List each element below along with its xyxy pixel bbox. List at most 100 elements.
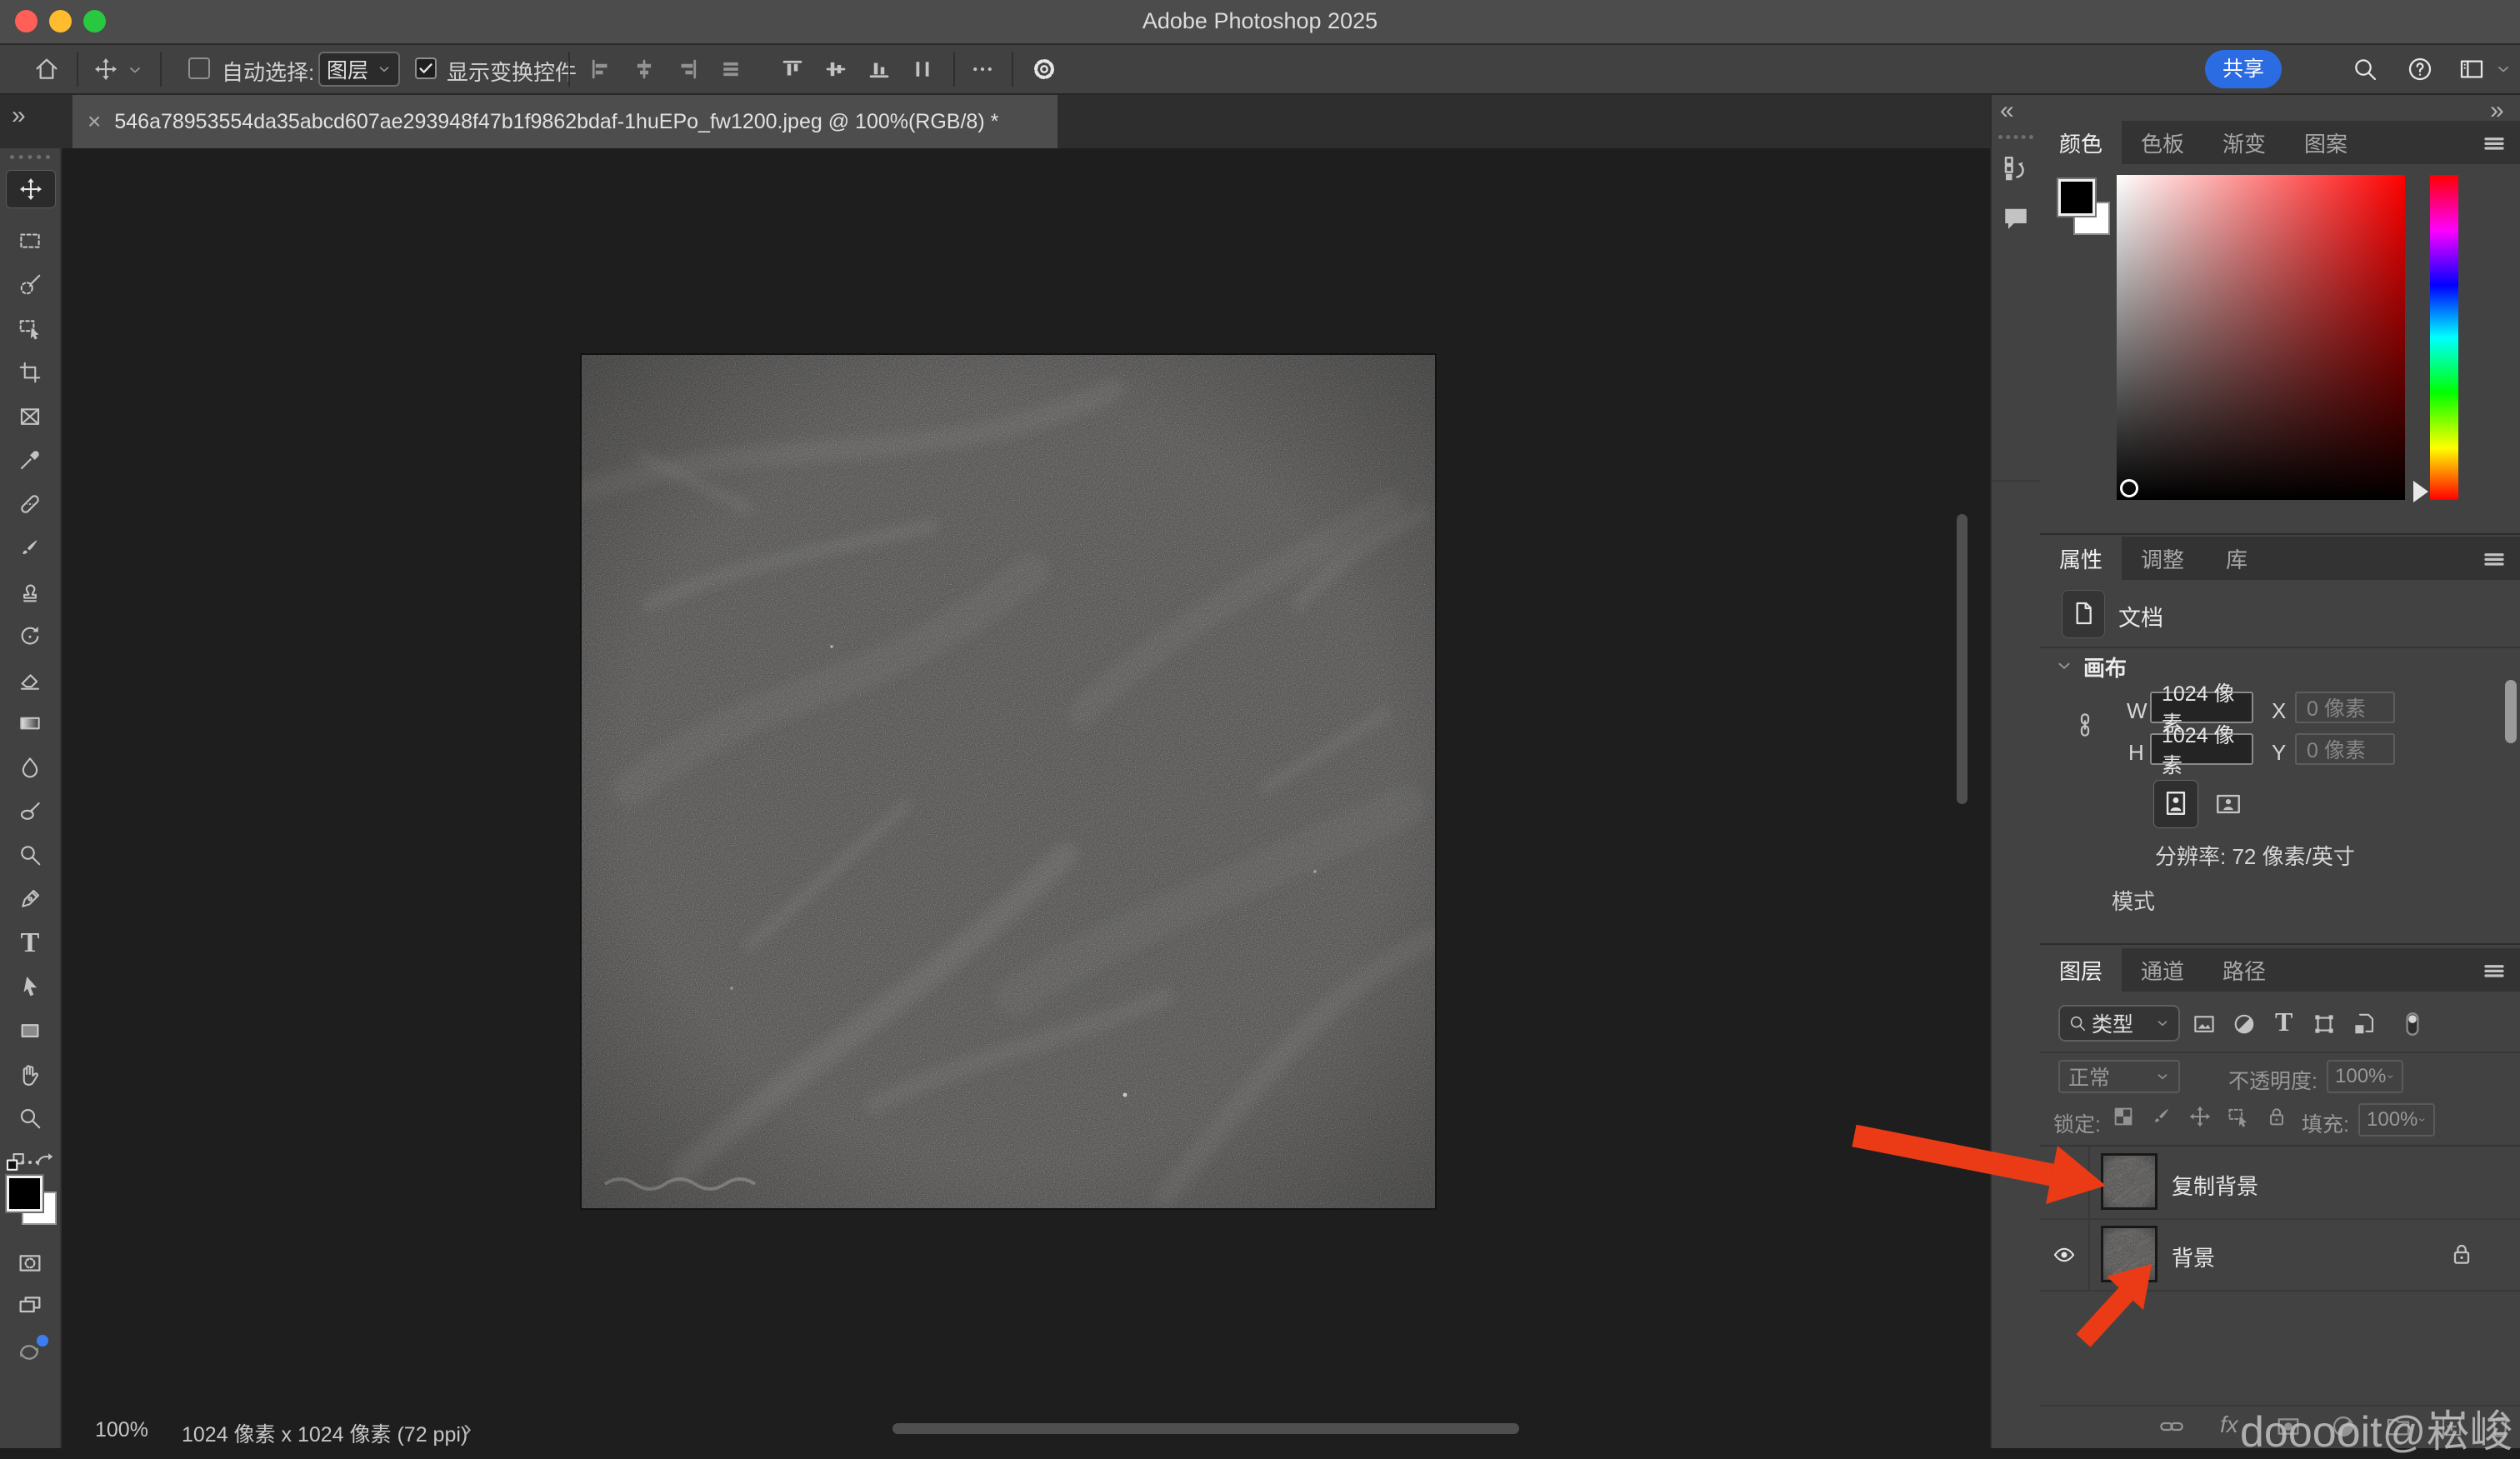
- lock-transparent-icon[interactable]: [2112, 1105, 2135, 1128]
- layer-name[interactable]: 复制背景: [2172, 1170, 2258, 1201]
- history-panel-icon[interactable]: [2001, 153, 2031, 183]
- show-transform-checkbox[interactable]: [415, 57, 437, 79]
- statusbar-zoom[interactable]: 100%: [95, 1418, 148, 1442]
- color-field[interactable]: [2117, 175, 2405, 500]
- orientation-landscape-button[interactable]: [2208, 787, 2248, 822]
- workspace-icon[interactable]: [2458, 56, 2485, 82]
- distribute-horizontal-icon[interactable]: [718, 57, 743, 82]
- layer-thumbnail[interactable]: [2103, 1228, 2155, 1280]
- tab-color[interactable]: 颜色: [2040, 121, 2122, 164]
- help-icon[interactable]: [2407, 56, 2433, 82]
- filter-smart-object-icon[interactable]: [2352, 1012, 2377, 1037]
- shape-tool[interactable]: [5, 1012, 55, 1050]
- color-field-selector[interactable]: [2120, 479, 2138, 497]
- foreground-color-swatch[interactable]: [7, 1176, 42, 1212]
- tab-gradients[interactable]: 渐变: [2203, 121, 2285, 164]
- tab-properties[interactable]: 属性: [2040, 537, 2122, 580]
- default-colors-icon[interactable]: [3, 1150, 28, 1175]
- lasso-tool[interactable]: [5, 266, 55, 304]
- properties-panel-menu-icon[interactable]: [2482, 547, 2507, 572]
- search-icon[interactable]: [2352, 56, 2378, 82]
- clone-stamp-tool[interactable]: [5, 572, 55, 611]
- crop-tool[interactable]: [5, 353, 55, 392]
- hue-slider[interactable]: [2430, 175, 2458, 500]
- path-selection-tool[interactable]: [5, 967, 55, 1006]
- align-left-icon[interactable]: [588, 57, 613, 82]
- filter-toggle-icon[interactable]: [2398, 1008, 2427, 1040]
- fx-icon[interactable]: fx: [2220, 1412, 2238, 1438]
- document-type-button[interactable]: [2062, 590, 2105, 638]
- brush-tool[interactable]: [5, 529, 55, 567]
- share-button[interactable]: 共享: [2205, 50, 2282, 88]
- hand-tool[interactable]: [5, 1056, 55, 1094]
- frame-tool[interactable]: [5, 397, 55, 436]
- vertical-scrollbar[interactable]: [1957, 514, 1968, 804]
- document-canvas-image[interactable]: [582, 355, 1435, 1208]
- filter-type-icon[interactable]: T: [2275, 1007, 2292, 1037]
- healing-brush-tool[interactable]: [5, 485, 55, 523]
- auto-select-dropdown[interactable]: 图层: [318, 52, 400, 87]
- eye-icon[interactable]: [2051, 1243, 2078, 1267]
- tab-adjustments[interactable]: 调整: [2122, 537, 2203, 580]
- tab-close-icon[interactable]: ×: [88, 108, 101, 135]
- layer-thumbnail[interactable]: [2103, 1156, 2155, 1207]
- more-options-icon[interactable]: [970, 57, 995, 82]
- lock-all-icon[interactable]: [2265, 1105, 2288, 1128]
- align-middle-vertical-icon[interactable]: [823, 57, 848, 82]
- chevron-down-icon[interactable]: [2495, 61, 2512, 77]
- eyedropper-tool[interactable]: [5, 441, 55, 479]
- hue-slider-pointer[interactable]: [2413, 481, 2428, 502]
- lock-pixels-icon[interactable]: [2150, 1105, 2173, 1128]
- pen-tool[interactable]: [5, 880, 55, 918]
- visibility-cell[interactable]: [2040, 1147, 2090, 1218]
- layer-row[interactable]: 复制背景: [2040, 1147, 2520, 1220]
- tab-libraries[interactable]: 库: [2203, 537, 2270, 580]
- tab-paths[interactable]: 路径: [2203, 948, 2285, 992]
- move-tool-option-icon[interactable]: [93, 57, 118, 82]
- link-layers-icon[interactable]: [2158, 1413, 2185, 1440]
- layer-filter-dropdown[interactable]: 类型: [2058, 1005, 2180, 1042]
- marquee-tool[interactable]: [5, 222, 55, 260]
- lock-position-icon[interactable]: [2188, 1105, 2212, 1128]
- object-selection-tool[interactable]: [5, 309, 55, 347]
- layers-panel-menu-icon[interactable]: [2482, 959, 2507, 984]
- gradient-tool[interactable]: [5, 704, 55, 742]
- document-tab[interactable]: × 546a78953554da35abcd607ae293948f47b1f9…: [72, 95, 1058, 148]
- auto-select-checkbox[interactable]: [188, 57, 210, 79]
- screen-mode-icon[interactable]: [17, 1292, 43, 1318]
- eraser-tool[interactable]: [5, 661, 55, 699]
- tab-layers[interactable]: 图层: [2040, 948, 2122, 992]
- type-tool[interactable]: T: [5, 924, 55, 962]
- tab-patterns[interactable]: 图案: [2285, 121, 2367, 164]
- history-brush-tool[interactable]: [5, 617, 55, 655]
- filter-shape-icon[interactable]: [2312, 1012, 2337, 1037]
- orientation-portrait-button[interactable]: [2153, 780, 2198, 828]
- chevron-down-icon[interactable]: [127, 62, 143, 78]
- move-tool[interactable]: [6, 170, 56, 208]
- home-icon[interactable]: [33, 56, 60, 82]
- filter-image-icon[interactable]: [2192, 1012, 2217, 1037]
- foreground-color-swatch[interactable]: [2058, 179, 2095, 216]
- quick-mask-icon[interactable]: [17, 1250, 43, 1277]
- zoom-tool[interactable]: [5, 1099, 55, 1137]
- dodge-tool[interactable]: [5, 836, 55, 874]
- canvas-area[interactable]: 100% 1024 像素 x 1024 像素 (72 ppi) ›: [62, 148, 1990, 1448]
- dock-grip[interactable]: [1998, 135, 2033, 139]
- properties-scrollbar[interactable]: [2505, 680, 2517, 743]
- color-panel-menu-icon[interactable]: [2482, 132, 2507, 157]
- collapse-chevron-icon[interactable]: [2055, 657, 2073, 675]
- lock-artboard-icon[interactable]: [2227, 1105, 2250, 1128]
- horizontal-scrollbar[interactable]: [892, 1423, 1519, 1434]
- mixer-brush-tool[interactable]: [5, 792, 55, 831]
- link-dimensions-icon[interactable]: [2072, 705, 2098, 745]
- filter-adjustment-icon[interactable]: [2232, 1012, 2257, 1037]
- align-bottom-icon[interactable]: [867, 57, 892, 82]
- comment-icon[interactable]: [2001, 203, 2031, 233]
- h-input[interactable]: 1024 像素: [2150, 733, 2253, 765]
- tab-swatches[interactable]: 色板: [2122, 121, 2203, 164]
- visibility-cell[interactable]: [2040, 1220, 2090, 1290]
- tab-overflow-chevrons[interactable]: »: [12, 102, 21, 130]
- align-top-icon[interactable]: [780, 57, 805, 82]
- distribute-vertical-icon[interactable]: [910, 57, 935, 82]
- layer-row[interactable]: 背景: [2040, 1220, 2520, 1292]
